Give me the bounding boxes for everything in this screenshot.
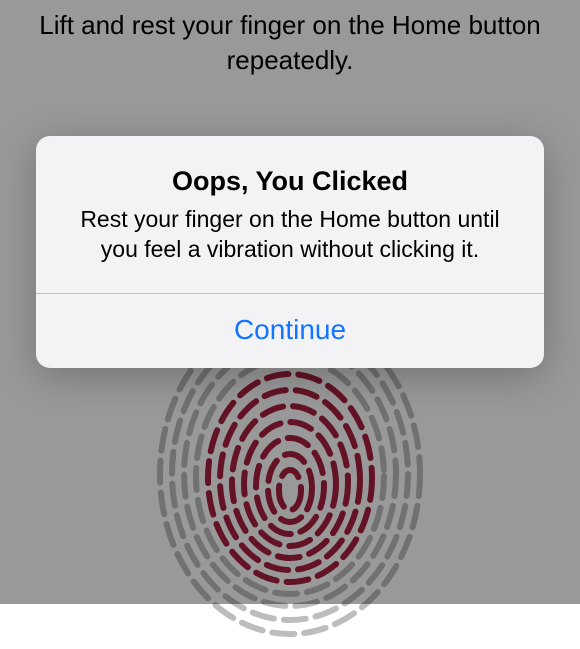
alert-title: Oops, You Clicked (64, 166, 516, 197)
alert-message: Rest your finger on the Home button unti… (64, 205, 516, 265)
alert-body: Oops, You Clicked Rest your finger on th… (36, 136, 544, 293)
continue-button[interactable]: Continue (36, 294, 544, 368)
alert-dialog: Oops, You Clicked Rest your finger on th… (36, 136, 544, 368)
